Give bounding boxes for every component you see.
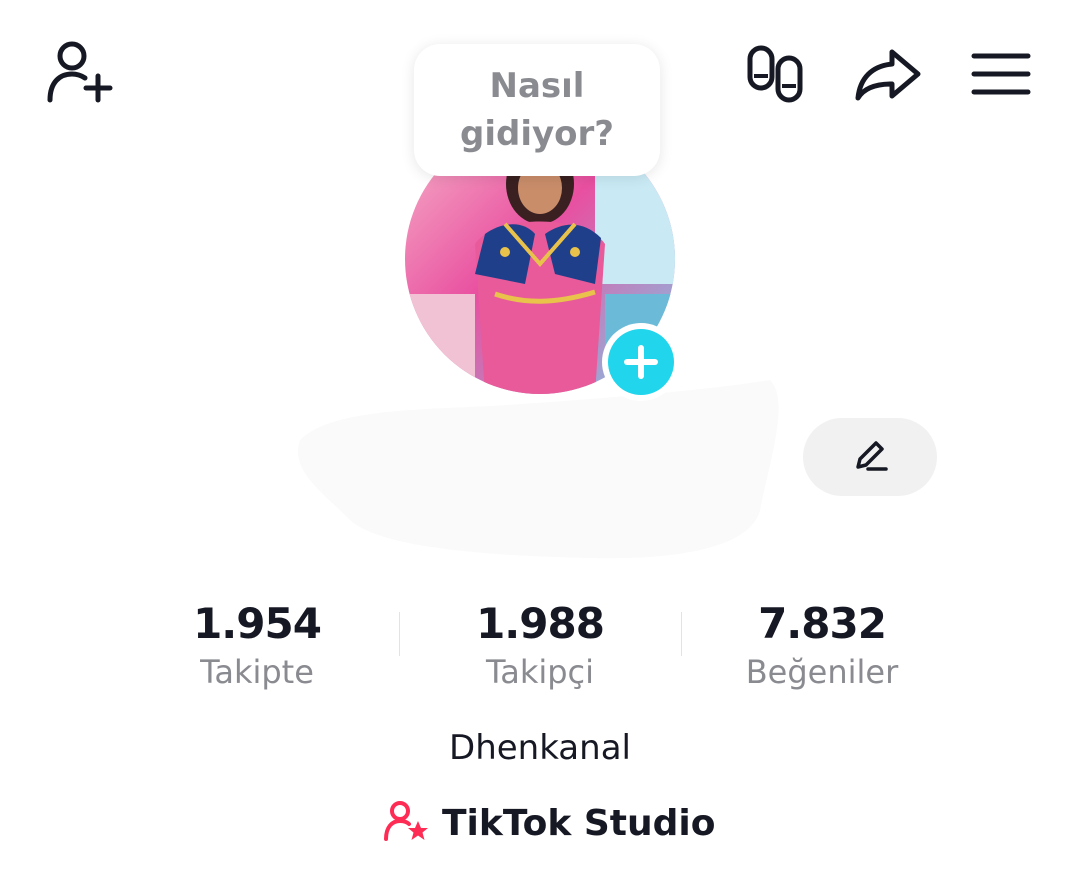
stat-likes[interactable]: 7.832 Beğeniler <box>702 596 942 692</box>
tiktok-studio-label: TikTok Studio <box>442 802 716 844</box>
pencil-icon <box>852 437 888 478</box>
stat-label: Takipte <box>200 653 314 691</box>
profile-stats: 1.954 Takipte 1.988 Takipçi 7.832 Beğeni… <box>0 596 1080 696</box>
stat-divider <box>681 612 682 656</box>
stat-label: Beğeniler <box>745 653 899 691</box>
stat-following[interactable]: 1.954 Takipte <box>137 596 377 692</box>
add-story-button[interactable] <box>602 323 680 401</box>
redacted-username <box>290 370 790 570</box>
stat-value: 1.954 <box>193 599 322 648</box>
hamburger-menu-icon[interactable] <box>970 50 1032 98</box>
stat-followers[interactable]: 1.988 Takipçi <box>420 596 660 692</box>
stat-value: 1.988 <box>476 599 605 648</box>
share-arrow-icon[interactable] <box>852 46 924 104</box>
add-user-icon[interactable] <box>42 40 114 106</box>
stat-label: Takipçi <box>485 653 595 691</box>
status-bubble[interactable]: Nasıl gidiyor? <box>414 44 660 176</box>
tiktok-studio-link[interactable]: TikTok Studio <box>382 798 715 848</box>
edit-profile-button[interactable] <box>803 418 937 496</box>
profile-screen: Nasıl gidiyor? 1.954 Takipte 1.988 Takip… <box>0 0 1080 884</box>
footprints-icon[interactable] <box>746 44 806 106</box>
status-bubble-text: Nasıl gidiyor? <box>460 66 614 154</box>
plus-icon <box>608 329 674 395</box>
user-star-icon <box>382 799 430 848</box>
stat-divider <box>399 612 400 656</box>
profile-bio: Dhenkanal <box>449 728 631 768</box>
stat-value: 7.832 <box>758 599 887 648</box>
